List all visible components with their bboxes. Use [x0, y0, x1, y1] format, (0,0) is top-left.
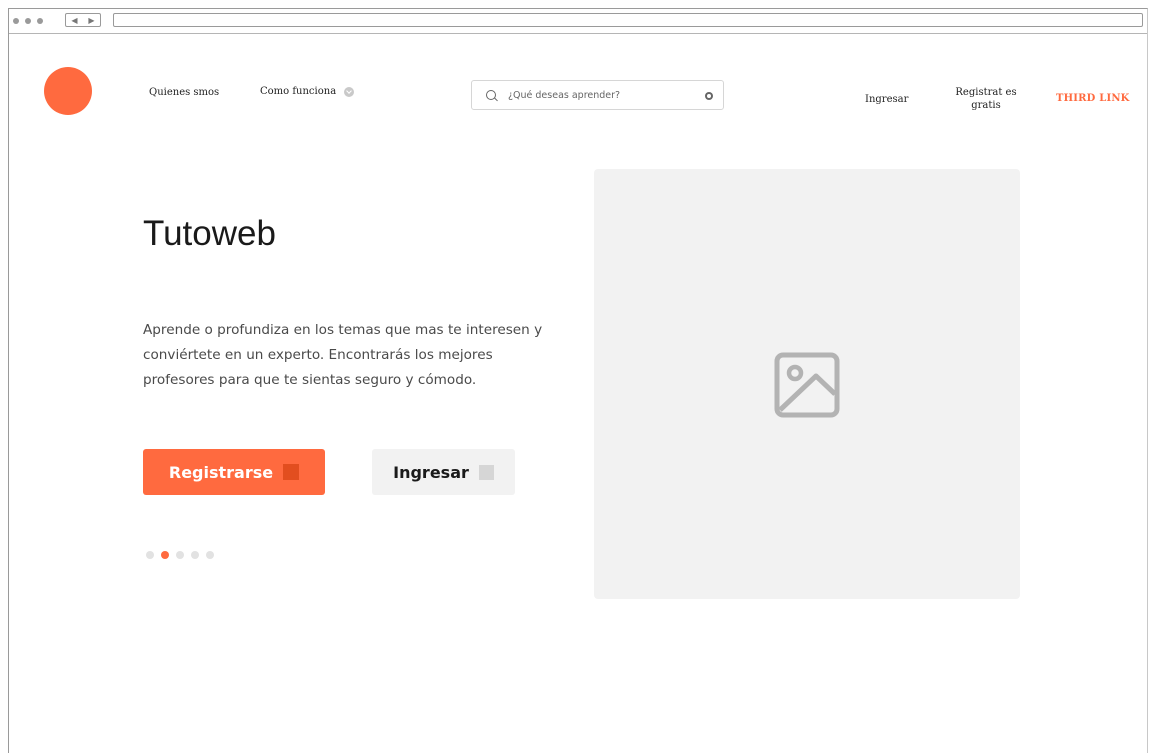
window-dot-icon[interactable]: [37, 18, 43, 24]
address-bar[interactable]: [113, 13, 1143, 27]
square-icon: [478, 464, 494, 480]
search-input[interactable]: [508, 87, 688, 103]
nav-link-registrate[interactable]: Registrat es gratis: [950, 86, 1022, 112]
nav-link-third[interactable]: THIRD LINK: [1056, 93, 1130, 104]
login-button[interactable]: Ingresar: [372, 449, 515, 495]
hero-image-placeholder: [594, 169, 1020, 599]
search-icon: [486, 90, 496, 100]
nav-link-como-funciona[interactable]: Como funciona: [260, 86, 355, 97]
square-icon: [283, 464, 300, 480]
hero-description: Aprende o profundiza en los temas que ma…: [143, 322, 543, 388]
carousel-dot[interactable]: [176, 551, 184, 559]
nav-link-label: Como funciona: [260, 86, 337, 97]
window-dot-icon[interactable]: [13, 18, 19, 24]
hero-title: Tutoweb: [143, 214, 276, 253]
chevron-down-icon: [344, 86, 355, 97]
register-button-label: Registrarse: [168, 462, 274, 482]
browser-chrome: ◀ ▶: [9, 9, 1147, 34]
forward-arrow-icon[interactable]: ▶: [88, 16, 94, 25]
carousel-dot[interactable]: [146, 551, 154, 559]
browser-nav-buttons[interactable]: ◀ ▶: [65, 13, 101, 27]
carousel-dot[interactable]: [191, 551, 199, 559]
carousel-indicators: [146, 551, 214, 559]
carousel-dot[interactable]: [161, 551, 169, 559]
logo[interactable]: [44, 67, 92, 115]
back-arrow-icon[interactable]: ◀: [71, 16, 77, 25]
nav-link-ingresar[interactable]: Ingresar: [865, 94, 908, 105]
login-button-label: Ingresar: [393, 462, 469, 482]
search-box[interactable]: [471, 80, 724, 110]
clear-icon[interactable]: [705, 92, 713, 100]
image-placeholder-icon: [774, 352, 840, 418]
window-dot-icon[interactable]: [25, 18, 31, 24]
nav-link-quienes[interactable]: Quienes smos: [149, 87, 219, 98]
carousel-dot[interactable]: [206, 551, 214, 559]
register-button[interactable]: Registrarse: [143, 449, 325, 495]
